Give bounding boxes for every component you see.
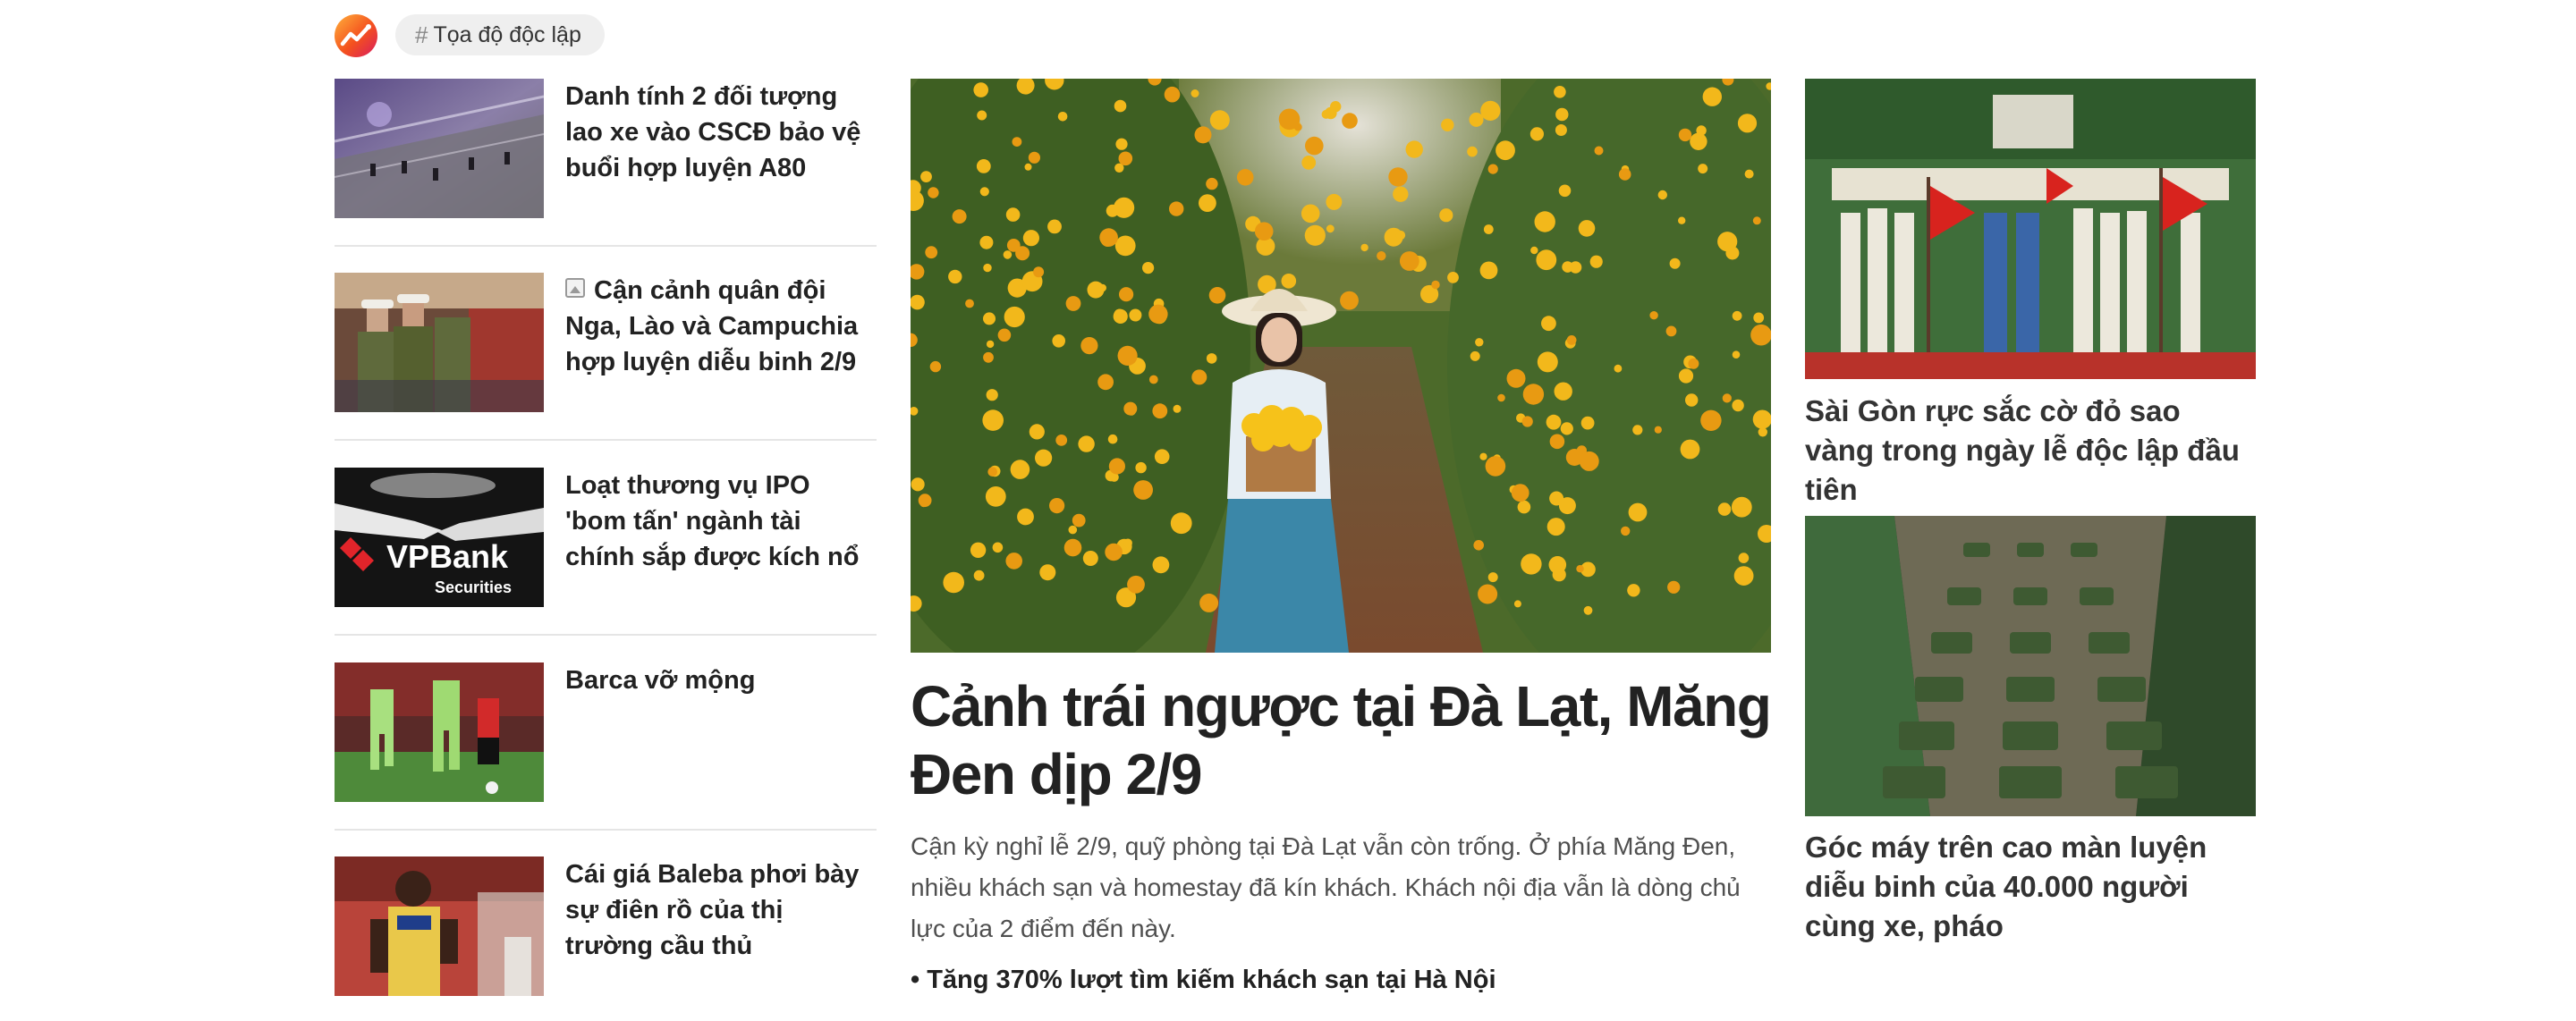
list-item[interactable]: VPBank Securities Loạt thương vụ IPO 'bo… (335, 468, 877, 662)
list-item[interactable]: Danh tính 2 đối tượng lao xe vào CSCĐ bả… (335, 79, 877, 274)
article-title[interactable]: Danh tính 2 đối tượng lao xe vào CSCĐ bả… (565, 79, 877, 186)
tank-shape (2013, 587, 2047, 605)
divider (335, 634, 877, 636)
related-article-link[interactable]: • Tăng 370% lượt tìm kiếm khách sạn tại … (911, 966, 1771, 995)
tank-shape (2010, 632, 2051, 654)
tank-shape (1963, 543, 1990, 557)
gallery-icon (565, 278, 585, 298)
related-article-title: Tăng 370% lượt tìm kiếm khách sạn tại Hà… (927, 966, 1496, 994)
divider (335, 439, 877, 441)
article-thumbnail[interactable] (1805, 516, 2256, 816)
divider (335, 245, 877, 247)
divider (335, 829, 877, 831)
article-title[interactable]: Loạt thương vụ IPO 'bom tấn' ngành tài c… (565, 468, 877, 575)
featured-article-title[interactable]: Cảnh trái ngược tại Đà Lạt, Măng Đen dịp… (911, 672, 1772, 808)
hash-icon: # (415, 21, 428, 48)
tank-shape (1947, 587, 1981, 605)
vpbank-logo-text: VPBank (386, 538, 509, 575)
featured-article-lead: Cận kỳ nghỉ lễ 2/9, quỹ phòng tại Đà Lạt… (911, 832, 1741, 942)
list-item[interactable]: Cận cảnh quân đội Nga, Lào và Campuchia … (335, 273, 877, 468)
list-item[interactable]: Cái giá Baleba phơi bày sự điên rồ của t… (335, 856, 877, 1000)
article-thumbnail[interactable] (1805, 79, 2256, 379)
tank-shape (1999, 766, 2062, 798)
tank-shape (1899, 721, 1954, 750)
tank-shape (1915, 677, 1963, 702)
topic-tag-pill[interactable]: # Tọa độ độc lập (395, 14, 605, 55)
article-title[interactable]: Sài Gòn rực sắc cờ đỏ sao vàng trong ngà… (1805, 392, 2256, 510)
tank-shape (2071, 543, 2097, 557)
tank-shape (2115, 766, 2178, 798)
article-thumbnail[interactable] (335, 662, 544, 802)
article-thumbnail[interactable] (335, 856, 544, 996)
tank-shape (1931, 632, 1972, 654)
article-thumbnail[interactable] (335, 79, 544, 218)
list-item[interactable]: Barca vỡ mộng (335, 662, 877, 857)
securities-logo-text: Securities (435, 578, 512, 596)
featured-image[interactable] (911, 79, 1771, 653)
article-title[interactable]: Cái giá Baleba phơi bày sự điên rồ của t… (565, 856, 877, 964)
tank-shape (2080, 587, 2114, 605)
tank-shape (1883, 766, 1945, 798)
tank-shape (2006, 677, 2055, 702)
article-title[interactable]: Cận cảnh quân đội Nga, Lào và Campuchia … (565, 273, 877, 380)
topic-tag-label: Tọa độ độc lập (433, 21, 581, 47)
article-thumbnail[interactable]: VPBank Securities (335, 468, 544, 607)
tank-shape (2106, 721, 2162, 750)
article-thumbnail[interactable] (335, 273, 544, 412)
article-title[interactable]: Barca vỡ mộng (565, 662, 877, 698)
article-title[interactable]: Góc máy trên cao màn luyện diễu binh của… (1805, 828, 2256, 946)
tank-shape (2003, 721, 2058, 750)
tank-shape (2097, 677, 2146, 702)
article-title-text: Cận cảnh quân đội Nga, Lào và Campuchia … (565, 276, 859, 376)
tank-shape (2017, 543, 2044, 557)
site-logo-icon[interactable] (335, 14, 377, 57)
bullet-icon: • (911, 966, 920, 994)
tank-shape (2089, 632, 2130, 654)
